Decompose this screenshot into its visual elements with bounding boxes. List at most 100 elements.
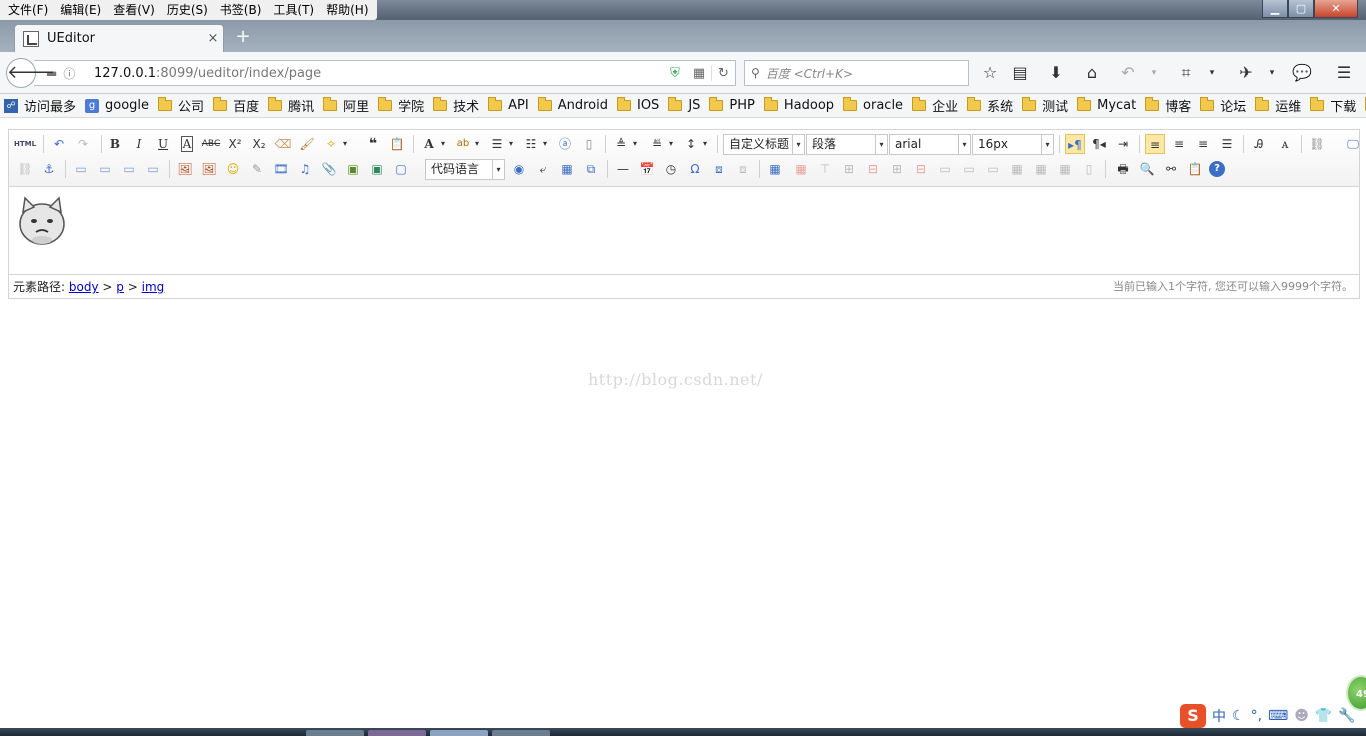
- font-size-select[interactable]: 16px ▾: [972, 134, 1054, 155]
- cat-emoticon-image[interactable]: [17, 194, 67, 246]
- row-spacing-top-dropdown-icon[interactable]: ▾: [629, 134, 641, 154]
- subscript-button[interactable]: X₂: [249, 134, 269, 154]
- bookmark-folder-forum[interactable]: 论坛: [1200, 96, 1246, 115]
- keyboard-icon[interactable]: ⌨: [1268, 708, 1288, 724]
- insert-video-icon[interactable]: 🎞: [271, 159, 291, 179]
- image-right-icon[interactable]: ▭: [119, 159, 139, 179]
- bookmark-folder-tech[interactable]: 技术: [433, 96, 479, 115]
- row-spacing-bottom-dropdown-icon[interactable]: ▾: [665, 134, 677, 154]
- reload-icon[interactable]: ↻: [711, 65, 735, 81]
- scrawl-icon[interactable]: ✎: [247, 159, 267, 179]
- clear-doc-icon[interactable]: ▯: [579, 134, 599, 154]
- split-to-rows-icon[interactable]: ▦: [1031, 159, 1051, 179]
- bookmark-folder-ios[interactable]: IOS: [616, 97, 659, 113]
- insert-image-icon[interactable]: 🖼: [199, 159, 219, 179]
- undo-button[interactable]: ↶: [49, 134, 69, 154]
- bookmark-folder-js[interactable]: JS: [668, 97, 700, 113]
- merge-cells-icon[interactable]: ▭: [935, 159, 955, 179]
- path-p-link[interactable]: p: [116, 280, 124, 294]
- help-icon[interactable]: ?: [1209, 161, 1225, 177]
- paste-plain-icon[interactable]: 📋: [387, 134, 407, 154]
- search-bar[interactable]: ⚲ 百度 <Ctrl+K>: [744, 60, 969, 86]
- font-color-dropdown-icon[interactable]: ▾: [437, 134, 449, 154]
- home-icon[interactable]: ⌂: [1080, 63, 1104, 83]
- delete-row-icon[interactable]: ⊟: [863, 159, 883, 179]
- source-html-button[interactable]: HTML: [13, 134, 37, 154]
- ordered-list-dropdown-icon[interactable]: ▾: [505, 134, 517, 154]
- unlink-icon[interactable]: ⛓: [15, 159, 35, 179]
- bookmark-folder-enterprise[interactable]: 企业: [912, 96, 958, 115]
- gmap-icon[interactable]: ▣: [367, 159, 387, 179]
- direction-ltr-button[interactable]: ▸¶: [1065, 134, 1085, 154]
- skin-icon[interactable]: 👕: [1315, 708, 1332, 724]
- font-family-select[interactable]: arial ▾: [889, 134, 971, 155]
- bookmark-folder-hadoop[interactable]: Hadoop: [763, 97, 834, 113]
- back-button[interactable]: 🡐: [6, 58, 55, 88]
- format-match-icon[interactable]: 🖌: [297, 134, 317, 154]
- bookmark-folder-ops[interactable]: 运维: [1255, 96, 1301, 115]
- extension-icon[interactable]: ✈: [1234, 63, 1258, 83]
- editor-content-area[interactable]: [9, 188, 1359, 273]
- menu-help[interactable]: 帮助(H): [320, 0, 374, 20]
- bookmark-folder-oracle[interactable]: oracle: [843, 97, 903, 113]
- site-info-icon[interactable]: ⓘ: [63, 65, 75, 82]
- date-icon[interactable]: 📅: [637, 159, 657, 179]
- close-window-button[interactable]: ✕: [1314, 0, 1358, 18]
- template-icon[interactable]: ▦: [557, 159, 577, 179]
- map-icon[interactable]: ▣: [343, 159, 363, 179]
- attachment-icon[interactable]: 📎: [319, 159, 339, 179]
- row-spacing-bottom-icon[interactable]: ≝: [647, 134, 667, 154]
- taskbar-item[interactable]: [368, 730, 426, 736]
- bookmark-folder-api[interactable]: API: [488, 97, 529, 113]
- maximize-button[interactable]: ▢: [1288, 0, 1314, 18]
- to-uppercase-icon[interactable]: Ꭿ: [1249, 134, 1269, 154]
- page-break-icon[interactable]: ⤶: [533, 159, 553, 179]
- insert-paragraph-before-table-icon[interactable]: ⊤: [815, 159, 835, 179]
- to-lowercase-icon[interactable]: ᴀ: [1275, 134, 1295, 154]
- undo-icon[interactable]: ↶: [1116, 63, 1140, 83]
- menu-view[interactable]: 查看(V): [107, 0, 161, 20]
- custom-heading-select[interactable]: 自定义标题 ▾: [723, 134, 805, 155]
- menu-history[interactable]: 历史(S): [161, 0, 214, 20]
- bookmark-folder-tencent[interactable]: 腾讯: [268, 96, 314, 115]
- image-center-icon[interactable]: ▭: [143, 159, 163, 179]
- ordered-list-icon[interactable]: ☰: [487, 134, 507, 154]
- bookmark-star-icon[interactable]: ☆: [978, 63, 1002, 83]
- unordered-list-dropdown-icon[interactable]: ▾: [539, 134, 551, 154]
- align-justify-button[interactable]: ☰: [1217, 134, 1237, 154]
- background-color-icon[interactable]: ab: [453, 134, 473, 154]
- indent-icon[interactable]: ⇥: [1113, 134, 1133, 154]
- menu-bookmarks[interactable]: 书签(B): [214, 0, 268, 20]
- taskbar-item[interactable]: [306, 730, 364, 736]
- link-icon[interactable]: ⛓: [1307, 134, 1327, 154]
- bookmark-google[interactable]: g google: [85, 98, 149, 113]
- wordimage-icon[interactable]: ⧈: [709, 159, 729, 179]
- fullscreen-icon[interactable]: 🖵: [1343, 134, 1363, 154]
- auto-typeset-dropdown-icon[interactable]: ▾: [339, 134, 351, 154]
- moon-icon[interactable]: ☾: [1232, 708, 1245, 724]
- align-center-button[interactable]: ≡: [1169, 134, 1189, 154]
- bookmark-folder-company[interactable]: 公司: [158, 96, 204, 115]
- insert-frame-icon[interactable]: ▢: [391, 159, 411, 179]
- strikethrough-button[interactable]: ABC: [201, 134, 221, 154]
- ime-lang-toggle[interactable]: 中: [1212, 706, 1226, 726]
- special-chars-icon[interactable]: Ω: [685, 159, 705, 179]
- split-to-cells-icon[interactable]: ▦: [1007, 159, 1027, 179]
- align-left-button[interactable]: ≡: [1145, 134, 1165, 154]
- user-icon[interactable]: ☻: [1294, 708, 1309, 724]
- background-icon[interactable]: ⧉: [581, 159, 601, 179]
- select-all-icon[interactable]: ⓐ: [555, 134, 575, 154]
- line-height-dropdown-icon[interactable]: ▾: [699, 134, 711, 154]
- new-tab-button[interactable]: +: [232, 26, 254, 48]
- insert-col-icon[interactable]: ⊞: [887, 159, 907, 179]
- bookmark-folder-download[interactable]: 下载: [1310, 96, 1356, 115]
- drafts-icon[interactable]: 📋: [1185, 159, 1205, 179]
- row-spacing-top-icon[interactable]: ≜: [611, 134, 631, 154]
- delete-col-icon[interactable]: ⊟: [911, 159, 931, 179]
- background-color-dropdown-icon[interactable]: ▾: [471, 134, 483, 154]
- superscript-button[interactable]: X²: [225, 134, 245, 154]
- taskbar-item[interactable]: [430, 730, 488, 736]
- chat-icon[interactable]: 💬: [1290, 63, 1314, 83]
- url-text[interactable]: 127.0.0.1:8099/ueditor/index/page: [94, 66, 663, 81]
- crop-icon[interactable]: ⌗: [1174, 63, 1198, 83]
